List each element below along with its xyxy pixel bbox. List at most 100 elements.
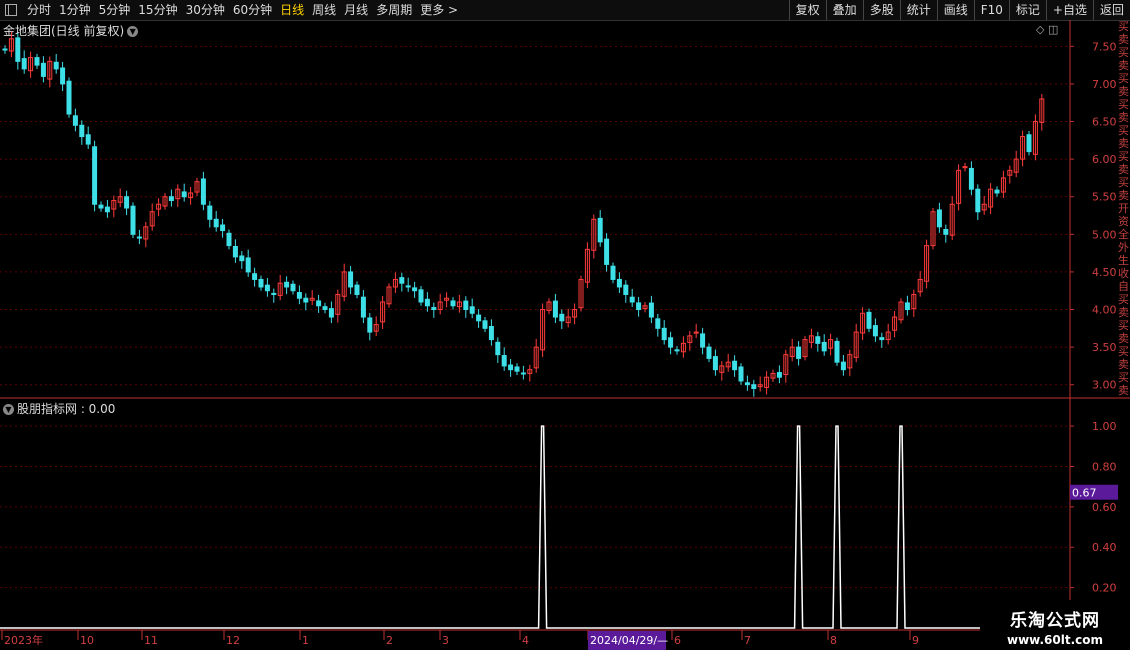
candle-body [469,306,475,314]
candle-body [520,372,526,375]
candle-body [616,278,622,288]
signal-line [0,425,1068,629]
price-tick-label: 3.50 [1092,341,1117,354]
candle-body [815,336,821,344]
candle-body [629,296,635,303]
tab-period-7[interactable]: 周线 [308,0,340,20]
candle-body [488,326,494,341]
candle-body [207,205,213,220]
candle-body [674,349,680,352]
candle-body [316,300,322,307]
indicator-tick-label: 0.20 [1092,582,1117,595]
candle-body [821,341,827,352]
candle-body [348,271,354,288]
toolbar-button-2[interactable]: 多股 [862,0,900,20]
candle-body [879,337,885,341]
tab-period-0[interactable]: 分时 [23,0,55,20]
candle-body [1026,134,1032,153]
x-tick-label: 4 [522,634,529,647]
x-tick-label: 2 [386,634,393,647]
x-tick-label: 3 [442,634,449,647]
watermark-title: 乐淘公式网 [1010,611,1100,631]
cursor-value-label: 0.67 [1072,487,1097,500]
candle-body [181,191,187,198]
candle-body [431,307,437,311]
tab-period-5[interactable]: 60分钟 [229,0,276,20]
candle-body [2,48,8,51]
toolbar-button-4[interactable]: 画线 [936,0,974,20]
candle-body [60,67,66,85]
candle-body [290,283,296,292]
candle-body [450,300,456,307]
candle-body [418,289,424,303]
tab-period-8[interactable]: 月线 [340,0,372,20]
candle-body [994,189,1000,194]
candle-body [85,134,91,145]
candle-body [239,255,245,262]
x-tick-label: 7 [744,634,751,647]
candle-body [610,265,616,280]
x-tick-label: 2023年 [4,633,43,647]
tab-period-9[interactable]: 多周期 [372,0,416,20]
candle-body [354,284,360,295]
x-tick-label: 1 [302,634,309,647]
candle-body [904,302,910,311]
x-tick-label: 10 [80,634,94,647]
x-tick-label: 11 [144,634,158,647]
candle-body [399,277,405,284]
candle-body [79,124,85,138]
candle-body [834,340,840,363]
candle-body [271,292,277,295]
price-tick-label: 5.50 [1092,191,1117,204]
candle-body [514,366,520,372]
candle-body [866,311,872,329]
tab-period-4[interactable]: 30分钟 [182,0,229,20]
toolbar-button-5[interactable]: F10 [973,0,1009,20]
candle-body [220,224,226,232]
tab-period-10[interactable]: 更多 > [416,0,462,20]
toolbar-button-6[interactable]: 标记 [1008,0,1046,20]
indicator-tick-label: 0.40 [1092,541,1117,554]
toolbar-button-0[interactable]: 复权 [788,0,826,20]
price-tick-label: 4.00 [1092,304,1117,317]
toolbar-button-8[interactable]: 返回 [1092,0,1130,20]
candle-body [738,366,744,382]
indicator-tick-label: 1.00 [1092,420,1117,433]
period-tabs: 分时 1分钟 5分钟 15分钟 30分钟 60分钟 日线 周线 月线 多周期 更多 > [0,0,462,20]
side-panel-strip: 买卖买卖买卖买卖买卖买卖买卖开资全外生收自买卖买卖买卖买卖 [1118,20,1129,397]
candle-body [476,314,482,322]
price-tick-label: 3.00 [1092,379,1117,392]
candle-body [796,346,802,359]
candle-body [296,292,302,299]
toolbar-button-7[interactable]: +自选 [1045,0,1093,20]
watermark-url: www.60lt.com [1006,633,1104,647]
candle-body [322,306,328,311]
x-tick-label: 8 [830,634,837,647]
panel-toggle-icon[interactable] [5,4,17,16]
candle-body [700,333,706,348]
toolbar-button-1[interactable]: 叠加 [825,0,863,20]
tab-period-2[interactable]: 5分钟 [95,0,135,20]
candle-body [258,278,264,288]
indicator-tick-label: 0.80 [1092,460,1117,473]
candle-body [21,58,27,70]
candle-body [367,317,373,333]
candle-body [66,80,72,115]
candle-body [597,217,603,243]
tab-period-3[interactable]: 15分钟 [134,0,181,20]
candle-body [15,37,21,62]
candle-body [168,196,174,201]
tab-period-6[interactable]: 日线 [276,0,308,20]
candle-body [424,298,430,307]
candle-body [136,236,142,239]
candle-body [495,341,501,356]
price-tick-label: 7.50 [1092,40,1117,53]
indicator-tick-label: 0.60 [1092,501,1117,514]
candle-body [636,302,642,311]
x-tick-label: 6 [674,634,681,647]
candle-body [482,320,488,329]
toolbar-button-3[interactable]: 统计 [899,0,937,20]
price-tick-label: 7.00 [1092,78,1117,91]
candlestick-chart[interactable]: 7.50 7.00 6.50 6.00 5.50 5.00 4.50 4.00 3.50 3.00… [0,20,1130,650]
tab-period-1[interactable]: 1分钟 [55,0,95,20]
